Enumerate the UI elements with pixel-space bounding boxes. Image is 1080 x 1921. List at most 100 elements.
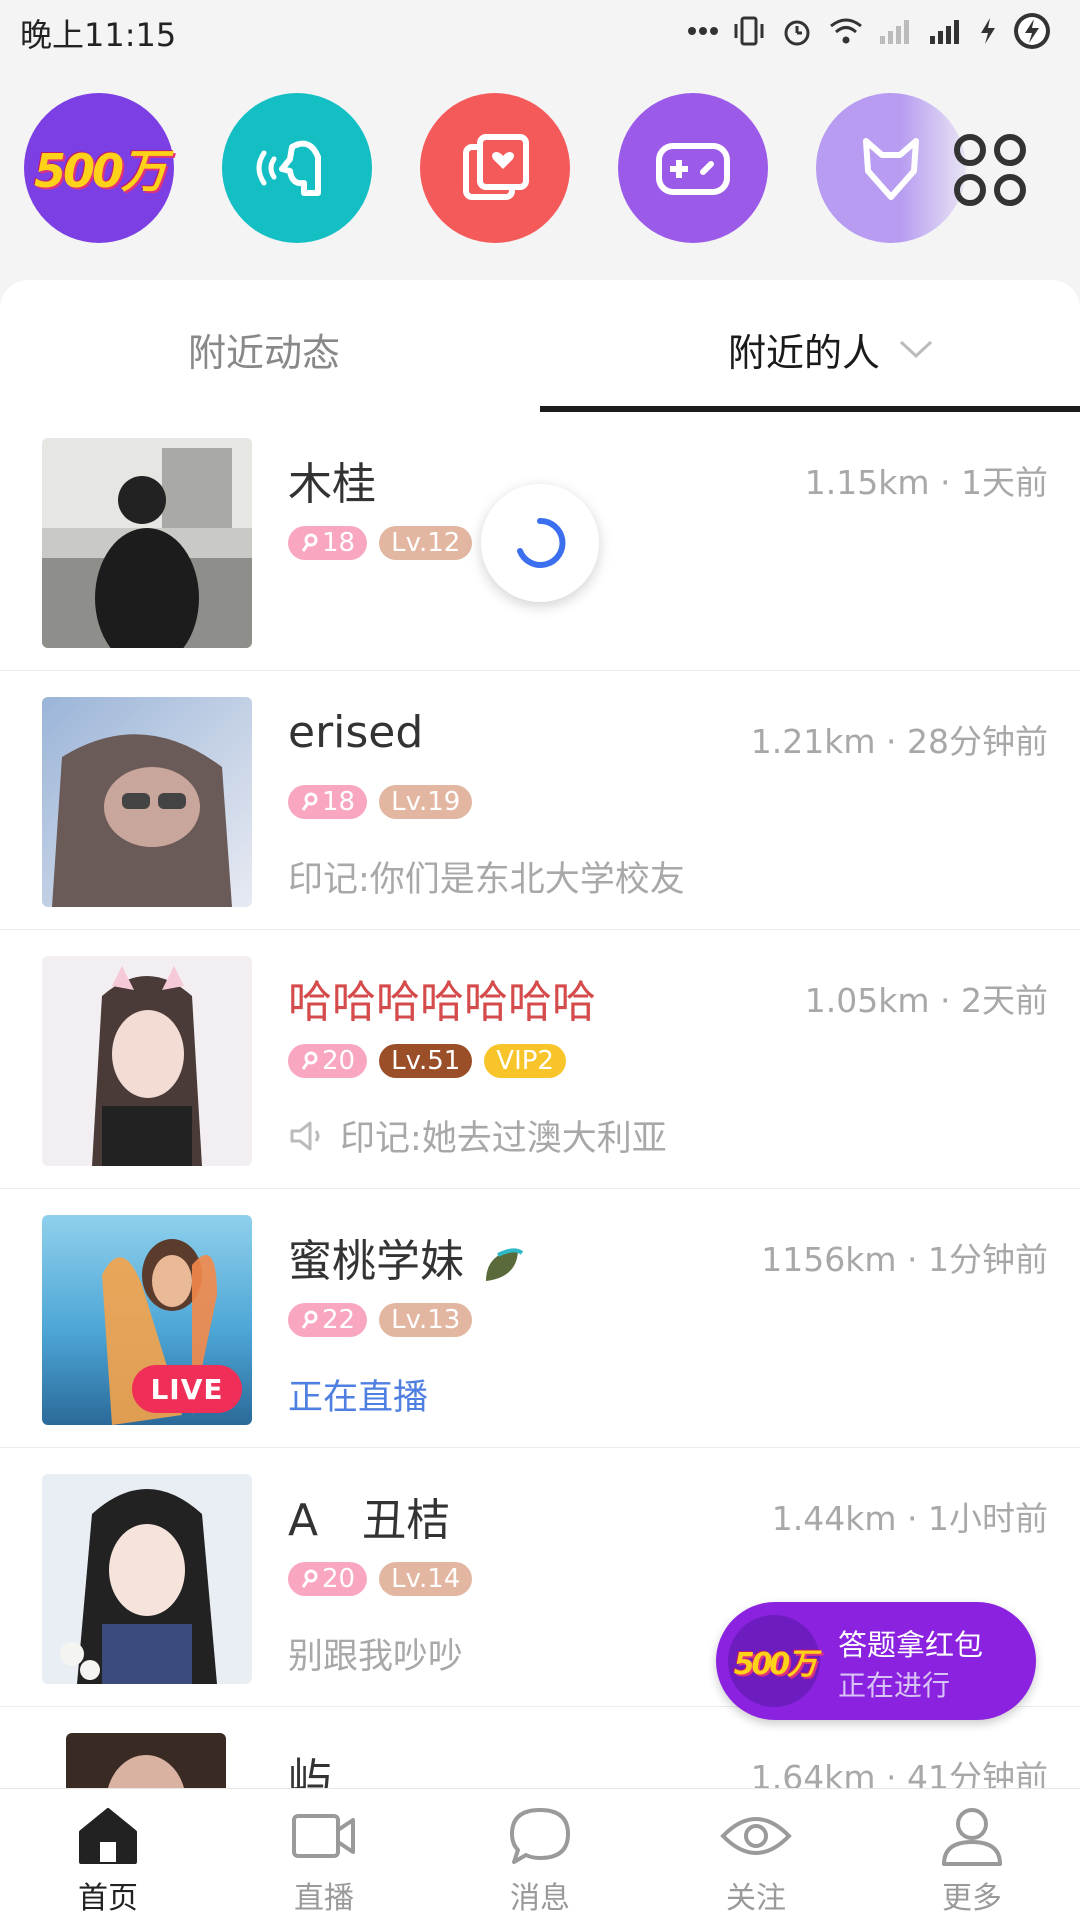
user-desc: 印记:你们是东北大学校友 (288, 860, 685, 900)
list-item[interactable]: 哈哈哈哈哈哈哈 1.05km · 2天前 20 Lv.51 VIP2 印记:她去… (0, 930, 1080, 1189)
level-badge: Lv.51 (379, 1044, 473, 1078)
nav-messages[interactable]: 消息 (470, 1803, 610, 1917)
bottom-nav: 首页 直播 消息 关注 更多 (0, 1788, 1080, 1921)
nav-live[interactable]: 直播 (254, 1803, 394, 1917)
female-icon (301, 792, 318, 811)
user-name-row: 蜜桃学妹 (288, 1225, 526, 1289)
shortcut-500w[interactable]: 500万 (24, 93, 174, 243)
age-badge: 18 (288, 526, 368, 560)
nav-home-label: 首页 (78, 1881, 138, 1916)
distance-time: 1156km · 1分钟前 (761, 1240, 1048, 1279)
distance-time: 1.44km · 1小时前 (771, 1499, 1048, 1538)
live-status[interactable]: 正在直播 (288, 1369, 428, 1420)
vibrate-icon (732, 14, 766, 48)
leaf-icon (486, 1248, 524, 1281)
female-icon (301, 1051, 318, 1070)
wifi-icon (828, 16, 864, 46)
signal-icon (928, 16, 964, 46)
photo-cards-icon (463, 134, 529, 200)
age-badge: 20 (288, 1044, 368, 1078)
grid-icon (954, 134, 1026, 206)
user-desc-row: 印记:她去过澳大利亚 (288, 1110, 667, 1161)
vip-badge: VIP2 (484, 1044, 566, 1078)
nav-home[interactable]: 首页 (38, 1803, 178, 1917)
nav-follow[interactable]: 关注 (686, 1803, 826, 1917)
user-profile-icon (942, 1808, 1002, 1866)
nav-more-label: 更多 (942, 1881, 1002, 1916)
nav-follow-label: 关注 (726, 1881, 786, 1916)
age-badge: 22 (288, 1303, 368, 1337)
avatar[interactable] (66, 1733, 226, 1788)
user-name: 屿 (288, 1754, 332, 1788)
shortcut-cards[interactable] (420, 93, 570, 243)
list-item[interactable]: erised 1.21km · 28分钟前 18 Lv.19 印记:你们是东北大… (0, 671, 1080, 930)
user-name: A 丑桔 (288, 1495, 451, 1546)
avatar[interactable] (42, 697, 252, 907)
promo-subtitle: 正在进行 (838, 1669, 951, 1702)
age-badge: 18 (288, 785, 368, 819)
status-bar: 晚上11:15 (0, 0, 1080, 62)
tags: 20 Lv.14 (288, 1562, 473, 1596)
level-badge: Lv.12 (379, 526, 473, 560)
gamepad-icon (656, 143, 730, 195)
nav-messages-label: 消息 (510, 1881, 570, 1916)
more-dots-icon (688, 26, 718, 36)
tags: 20 Lv.51 VIP2 (288, 1044, 566, 1078)
charging-icon (978, 16, 998, 46)
spinner-icon (517, 517, 566, 568)
tags: 22 Lv.13 (288, 1303, 473, 1337)
people-list: 木桂 1.15km · 1天前 18 Lv.12 erised 1.21km ·… (0, 412, 1080, 1788)
female-icon (301, 533, 318, 552)
avatar[interactable]: LIVE (42, 1215, 252, 1425)
nav-live-label: 直播 (294, 1881, 354, 1916)
distance-time: 1.64km · 41分钟前 (750, 1758, 1048, 1788)
main-card: 附近动态 附近的人 木桂 1.15km · 1天前 18 Lv.12 erise… (0, 280, 1080, 1788)
user-desc: 别跟我吵吵 (288, 1637, 464, 1677)
voice-chat-icon (256, 140, 321, 196)
loading-spinner (481, 484, 599, 602)
tags: 18 Lv.19 (288, 785, 473, 819)
status-icons (688, 6, 1052, 56)
age-badge: 20 (288, 1562, 368, 1596)
signal-weak-icon (878, 16, 914, 46)
list-item[interactable]: LIVE 蜜桃学妹 1156km · 1分钟前 22 Lv.13 正在直播 (0, 1189, 1080, 1448)
user-name: 木桂 (288, 459, 376, 510)
eye-icon (720, 1817, 792, 1855)
avatar[interactable] (42, 1474, 252, 1684)
tags: 18 Lv.12 (288, 526, 473, 560)
distance-time: 1.21km · 28分钟前 (750, 722, 1048, 761)
tab-nearby-people[interactable]: 附近的人 (728, 322, 934, 377)
shortcut-bar: 500万 (0, 90, 1080, 250)
chat-bubble-icon (510, 1808, 570, 1864)
tab-nearby-people-label: 附近的人 (728, 331, 881, 375)
live-badge: LIVE (132, 1365, 242, 1413)
avatar[interactable] (42, 438, 252, 648)
avatar[interactable] (42, 956, 252, 1166)
home-icon (79, 1808, 137, 1864)
nav-more[interactable]: 更多 (902, 1803, 1042, 1917)
user-name: 蜜桃学妹 (288, 1236, 464, 1287)
level-badge: Lv.13 (379, 1303, 473, 1337)
promo-title: 答题拿红包 (838, 1628, 984, 1662)
all-apps-button[interactable] (950, 130, 1030, 210)
tab-nearby-moments[interactable]: 附近动态 (188, 322, 340, 377)
video-camera-icon (292, 1814, 355, 1858)
quiz-redpacket-promo[interactable]: 500万 答题拿红包 正在进行 (716, 1602, 1036, 1720)
shortcut-game[interactable] (618, 93, 768, 243)
distance-time: 1.15km · 1天前 (804, 463, 1048, 502)
status-time: 晚上11:15 (20, 16, 177, 54)
level-badge: Lv.19 (379, 785, 473, 819)
user-name: 哈哈哈哈哈哈哈 (288, 977, 596, 1028)
chevron-down-icon[interactable] (898, 339, 934, 361)
prize-500w-icon: 500万 (728, 1615, 820, 1707)
female-icon (301, 1310, 318, 1329)
alarm-icon (780, 14, 814, 48)
user-desc: 印记:她去过澳大利亚 (340, 1119, 667, 1159)
battery-icon (1012, 11, 1052, 51)
user-name: erised (288, 707, 424, 758)
female-icon (301, 1569, 318, 1588)
speaker-icon (290, 1121, 320, 1150)
shortcut-voice[interactable] (222, 93, 372, 243)
level-badge: Lv.14 (379, 1562, 473, 1596)
tab-bar: 附近动态 附近的人 (0, 280, 1080, 412)
